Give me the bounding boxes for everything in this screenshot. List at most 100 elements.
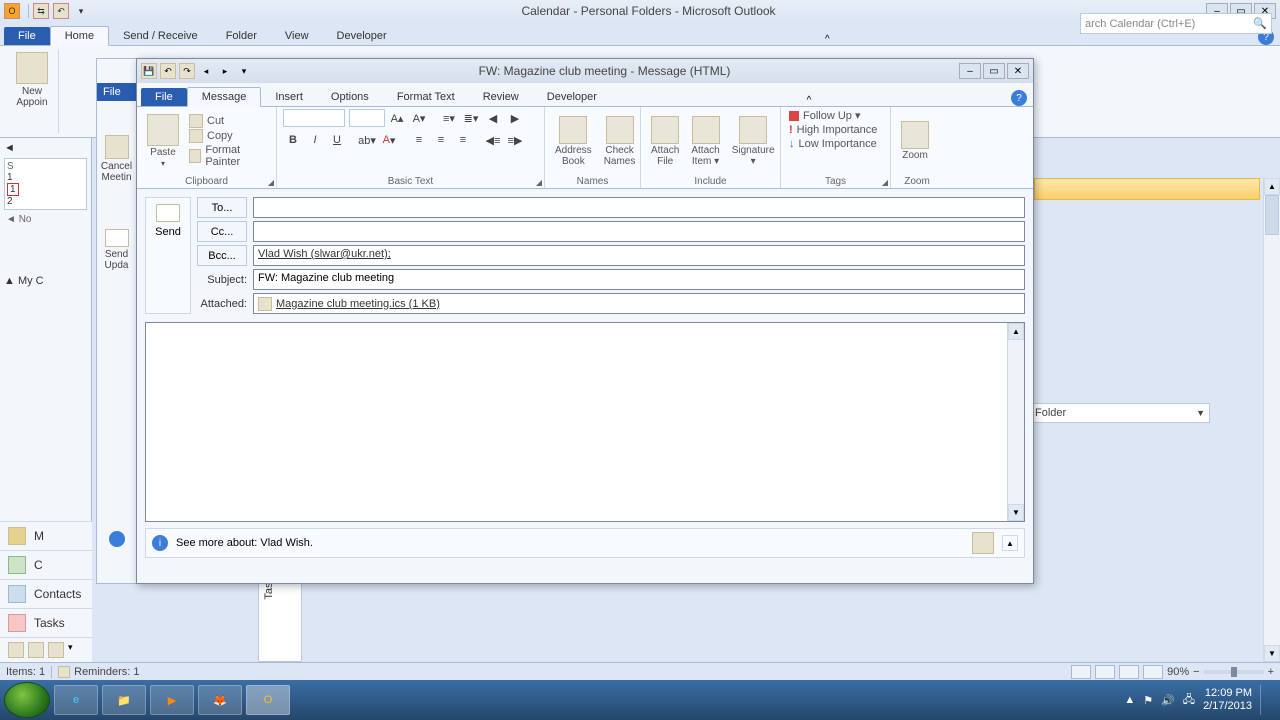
taskbar-firefox-icon[interactable]: 🦊 bbox=[198, 685, 242, 715]
attach-file-button[interactable]: Attach File bbox=[647, 114, 683, 169]
taskbar-outlook-icon[interactable]: O bbox=[246, 685, 290, 715]
align-left-button[interactable]: ≡ bbox=[409, 131, 429, 149]
bcc-button[interactable]: Bcc... bbox=[197, 245, 247, 266]
people-pane-toggle-icon[interactable]: ▲ bbox=[1002, 535, 1018, 551]
format-painter-button[interactable]: Format Painter bbox=[187, 144, 270, 168]
basic-text-launcher-icon[interactable]: ◢ bbox=[536, 178, 542, 187]
outdent-button[interactable]: ◀ bbox=[483, 109, 503, 127]
subject-field[interactable]: FW: Magazine club meeting bbox=[253, 269, 1025, 290]
new-appointment-button[interactable]: New Appoin bbox=[12, 50, 52, 110]
low-importance-button[interactable]: ↓Low Importance bbox=[787, 138, 879, 150]
view-list-button[interactable] bbox=[1119, 665, 1139, 679]
qat-send-all-icon[interactable]: ⇆ bbox=[33, 3, 49, 19]
msg-options-tab[interactable]: Options bbox=[317, 88, 383, 106]
taskbar-ie-icon[interactable]: e bbox=[54, 685, 98, 715]
contact-avatar[interactable] bbox=[972, 532, 994, 554]
follow-up-button[interactable]: Follow Up ▾ bbox=[787, 109, 862, 122]
nav-collapse-icon[interactable]: ◄ bbox=[4, 142, 15, 154]
show-desktop-button[interactable] bbox=[1260, 685, 1268, 715]
send-update-button[interactable]: Send Upda bbox=[97, 229, 136, 271]
zoom-button[interactable]: Zoom bbox=[897, 119, 933, 163]
arrange-by-folder[interactable]: Folder ▼ bbox=[1030, 403, 1210, 423]
align-right-button[interactable]: ≡ bbox=[453, 131, 473, 149]
clipboard-launcher-icon[interactable]: ◢ bbox=[268, 178, 274, 187]
home-tab[interactable]: Home bbox=[50, 26, 109, 46]
search-calendar-input[interactable]: arch Calendar (Ctrl+E) 🔍 bbox=[1080, 13, 1272, 34]
notes-icon[interactable] bbox=[8, 642, 24, 658]
address-book-button[interactable]: Address Book bbox=[551, 114, 596, 169]
check-names-button[interactable]: Check Names bbox=[600, 114, 640, 169]
calendar-scrollbar[interactable]: ▲ ▼ bbox=[1263, 178, 1280, 662]
task-pane-tab[interactable]: Task bbox=[258, 572, 302, 662]
nav-contacts-button[interactable]: Contacts bbox=[0, 579, 92, 608]
minimize-ribbon-icon[interactable]: ^ bbox=[825, 34, 830, 45]
cancel-meeting-button[interactable]: Cancel Meetin bbox=[97, 135, 136, 183]
zoom-slider[interactable] bbox=[1204, 670, 1264, 674]
scroll-up-icon[interactable]: ▲ bbox=[1264, 178, 1280, 195]
msg-minimize-button[interactable]: – bbox=[959, 63, 981, 79]
align-center-button[interactable]: ≡ bbox=[431, 131, 451, 149]
tray-network-icon[interactable]: 🖧 bbox=[1183, 691, 1195, 710]
view-normal-button[interactable] bbox=[1071, 665, 1091, 679]
cc-field[interactable] bbox=[253, 221, 1025, 242]
highlight-button[interactable]: ab▾ bbox=[357, 131, 377, 149]
people-pane-text[interactable]: See more about: Vlad Wish. bbox=[176, 537, 313, 549]
nav-mail-button[interactable]: M bbox=[0, 521, 92, 550]
increase-indent-button[interactable]: ≡▶ bbox=[505, 131, 525, 149]
folder-tab[interactable]: Folder bbox=[212, 27, 271, 45]
underline-button[interactable]: U bbox=[327, 131, 347, 149]
qat-customize-icon[interactable]: ▾ bbox=[73, 3, 89, 19]
signature-button[interactable]: Signature ▾ bbox=[728, 114, 779, 169]
qat-redo-icon[interactable]: ↷ bbox=[179, 63, 195, 79]
start-button[interactable] bbox=[4, 682, 50, 718]
body-scrollbar[interactable]: ▲ ▼ bbox=[1007, 323, 1024, 521]
grow-font-button[interactable]: A▴ bbox=[387, 109, 407, 127]
qat-save-icon[interactable]: 💾 bbox=[141, 63, 157, 79]
file-tab[interactable]: File bbox=[4, 27, 50, 45]
msg-message-tab[interactable]: Message bbox=[187, 87, 262, 107]
font-color-button[interactable]: A▾ bbox=[379, 131, 399, 149]
bullets-button[interactable]: ≡▾ bbox=[439, 109, 459, 127]
attach-item-button[interactable]: Attach Item ▾ bbox=[687, 114, 723, 169]
msg-insert-tab[interactable]: Insert bbox=[261, 88, 317, 106]
developer-tab[interactable]: Developer bbox=[323, 27, 401, 45]
search-icon[interactable]: 🔍 bbox=[1253, 17, 1267, 30]
body-scroll-up-icon[interactable]: ▲ bbox=[1008, 323, 1024, 340]
msg-close-button[interactable]: ✕ bbox=[1007, 63, 1029, 79]
qat-customize-icon[interactable]: ▾ bbox=[236, 63, 252, 79]
send-button[interactable]: Send bbox=[145, 197, 191, 314]
italic-button[interactable]: I bbox=[305, 131, 325, 149]
tray-volume-icon[interactable]: 🔊 bbox=[1161, 694, 1175, 707]
msg-developer-tab[interactable]: Developer bbox=[533, 88, 611, 106]
to-button[interactable]: To... bbox=[197, 197, 247, 218]
tray-action-center-icon[interactable]: ⚑ bbox=[1143, 694, 1153, 707]
tray-clock[interactable]: 12:09 PM 2/17/2013 bbox=[1203, 687, 1252, 713]
view-tab[interactable]: View bbox=[271, 27, 323, 45]
cc-button[interactable]: Cc... bbox=[197, 221, 247, 242]
numbering-button[interactable]: ≣▾ bbox=[461, 109, 481, 127]
qat-undo-icon[interactable]: ↶ bbox=[160, 63, 176, 79]
send-receive-tab[interactable]: Send / Receive bbox=[109, 27, 212, 45]
shrink-font-button[interactable]: A▾ bbox=[409, 109, 429, 127]
font-family-select[interactable] bbox=[283, 109, 345, 127]
view-cal-button[interactable] bbox=[1143, 665, 1163, 679]
qat-prev-icon[interactable]: ◂ bbox=[198, 63, 214, 79]
scroll-thumb[interactable] bbox=[1265, 195, 1279, 235]
attached-field[interactable]: Magazine club meeting.ics (1 KB) bbox=[253, 293, 1025, 314]
my-calendars-label[interactable]: My C bbox=[18, 275, 44, 287]
view-reading-button[interactable] bbox=[1095, 665, 1115, 679]
message-body[interactable]: ▲ ▼ bbox=[145, 322, 1025, 522]
decrease-indent-button[interactable]: ◀≡ bbox=[483, 131, 503, 149]
tray-show-hidden-icon[interactable]: ▲ bbox=[1124, 694, 1135, 706]
msg-format-tab[interactable]: Format Text bbox=[383, 88, 469, 106]
selected-calendar-row[interactable] bbox=[1034, 178, 1260, 200]
nav-calendar-button[interactable]: C bbox=[0, 550, 92, 579]
font-size-select[interactable] bbox=[349, 109, 385, 127]
status-reminders[interactable]: Reminders: 1 bbox=[74, 666, 139, 678]
bold-button[interactable]: B bbox=[283, 131, 303, 149]
zoom-in-button[interactable]: + bbox=[1268, 666, 1274, 678]
qat-undo-icon[interactable]: ↶ bbox=[53, 3, 69, 19]
to-field[interactable] bbox=[253, 197, 1025, 218]
msg-minimize-ribbon-icon[interactable]: ^ bbox=[807, 95, 812, 106]
meeting-file-tab[interactable]: File bbox=[97, 83, 136, 101]
